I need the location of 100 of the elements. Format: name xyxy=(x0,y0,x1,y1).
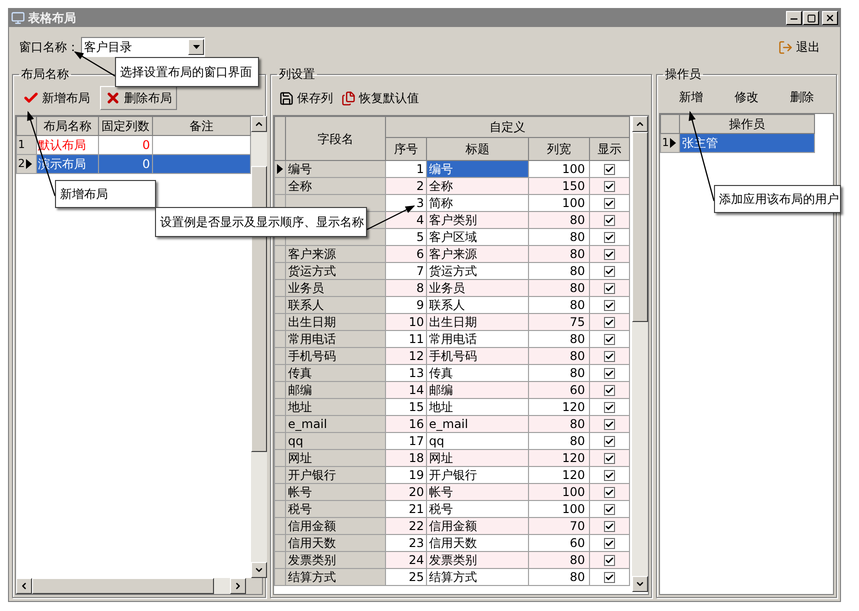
table-cell[interactable]: 全称 xyxy=(426,178,528,194)
operator-action-button[interactable]: 修改 xyxy=(728,86,764,108)
save-columns-button[interactable]: 保存列 xyxy=(279,86,333,110)
table-cell[interactable]: 简称 xyxy=(426,194,528,212)
save-icon xyxy=(279,90,294,106)
leader-line xyxy=(74,51,116,77)
checkbox[interactable] xyxy=(604,452,615,464)
close-button[interactable] xyxy=(822,11,838,25)
table-cell[interactable]: 客户区域 xyxy=(426,228,528,246)
table-cell[interactable]: 网址 xyxy=(426,450,528,466)
checkbox[interactable] xyxy=(604,198,615,208)
table-cell[interactable]: 结算方式 xyxy=(426,568,528,586)
column-header[interactable]: 显示 xyxy=(590,138,630,160)
table-cell[interactable]: 客户来源 xyxy=(426,246,528,262)
table-cell[interactable]: 地址 xyxy=(426,398,528,416)
table-cell: 全称 xyxy=(286,178,386,194)
checkbox[interactable] xyxy=(604,164,615,174)
checkbox[interactable] xyxy=(604,316,615,328)
scroll-thumb[interactable] xyxy=(32,578,214,594)
table-cell[interactable]: 发票类别 xyxy=(426,552,528,568)
table-cell: 80 xyxy=(528,432,590,450)
table-cell[interactable]: 税号 xyxy=(426,500,528,518)
group-title: 布局名称 xyxy=(20,67,70,81)
table-cell[interactable]: 常用电话 xyxy=(426,330,528,348)
checkbox[interactable] xyxy=(604,368,615,378)
table-cell[interactable]: 编号 xyxy=(426,160,528,178)
checkbox[interactable] xyxy=(604,248,615,260)
table-cell: 地址 xyxy=(286,398,386,416)
exit-button[interactable]: 退出 xyxy=(778,38,820,56)
scroll-up-button[interactable] xyxy=(251,116,267,132)
checkbox[interactable] xyxy=(604,538,615,548)
table-cell: 网址 xyxy=(286,450,386,466)
table-cell[interactable]: 信用金额 xyxy=(426,518,528,534)
scroll-right-button[interactable] xyxy=(230,578,246,594)
scroll-left-button[interactable] xyxy=(16,578,32,594)
add-layout-button[interactable]: 新增布局 xyxy=(19,86,94,110)
table-cell: 23 xyxy=(386,534,426,552)
checkbox[interactable] xyxy=(604,350,615,362)
table-cell[interactable]: 信用天数 xyxy=(426,534,528,552)
checkbox[interactable] xyxy=(604,520,615,532)
table-cell: 15 xyxy=(386,398,426,416)
restore-defaults-button[interactable]: 恢复默认值 xyxy=(341,86,419,110)
checkbox[interactable] xyxy=(604,266,615,276)
table-cell: 手机号码 xyxy=(286,348,386,364)
vertical-scrollbar[interactable] xyxy=(632,116,648,592)
table-cell[interactable]: 出生日期 xyxy=(426,314,528,330)
table-cell[interactable]: 客户类别 xyxy=(426,212,528,228)
table-cell[interactable]: qq xyxy=(426,432,528,450)
checkbox[interactable] xyxy=(604,402,615,412)
table-cell[interactable]: 传真 xyxy=(426,364,528,382)
table-cell[interactable]: 业务员 xyxy=(426,280,528,296)
table-cell: 19 xyxy=(386,466,426,484)
close-icon xyxy=(825,13,835,23)
window-name-dropdown[interactable]: 客户目录 xyxy=(81,37,205,57)
checkbox[interactable] xyxy=(604,214,615,226)
checkbox[interactable] xyxy=(604,504,615,514)
maximize-button[interactable] xyxy=(803,11,819,25)
maximize-icon xyxy=(806,14,816,22)
checkbox[interactable] xyxy=(604,470,615,480)
scroll-down-button[interactable] xyxy=(632,576,648,592)
checkbox[interactable] xyxy=(604,554,615,566)
table-cell: 9 xyxy=(386,296,426,314)
operator-action-button[interactable]: 删除 xyxy=(784,86,820,108)
table-cell[interactable]: 帐号 xyxy=(426,484,528,500)
column-header[interactable]: 序号 xyxy=(386,138,426,160)
table-cell: e_mail xyxy=(286,416,386,432)
column-header[interactable]: 备注 xyxy=(152,116,250,136)
column-header[interactable]: 字段名 xyxy=(286,116,386,160)
table-cell[interactable]: e_mail xyxy=(426,416,528,432)
scroll-down-button[interactable] xyxy=(251,562,267,578)
column-header[interactable]: 操作员 xyxy=(680,114,814,134)
table-cell: 10 xyxy=(386,314,426,330)
checkbox[interactable] xyxy=(604,300,615,310)
table-cell[interactable]: 开户银行 xyxy=(426,466,528,484)
checkbox[interactable] xyxy=(604,418,615,430)
checkbox[interactable] xyxy=(604,384,615,396)
column-header[interactable]: 固定列数 xyxy=(98,116,152,136)
horizontal-scrollbar[interactable] xyxy=(16,578,246,594)
checkbox[interactable] xyxy=(604,232,615,242)
scroll-up-button[interactable] xyxy=(632,116,648,132)
group-title: 列设置 xyxy=(278,67,316,81)
table-cell[interactable]: 联系人 xyxy=(426,296,528,314)
checkbox[interactable] xyxy=(604,180,615,192)
table-cell: 11 xyxy=(386,330,426,348)
checkbox[interactable] xyxy=(604,436,615,446)
checkbox[interactable] xyxy=(604,572,615,582)
column-header[interactable]: 布局名称 xyxy=(36,116,98,136)
column-header[interactable]: 列宽 xyxy=(528,138,590,160)
checkbox[interactable] xyxy=(604,334,615,344)
scroll-thumb[interactable] xyxy=(632,132,648,322)
minimize-button[interactable] xyxy=(786,11,802,25)
table-cell: 18 xyxy=(386,450,426,466)
table-cell: 80 xyxy=(528,228,590,246)
operator-action-button[interactable]: 新增 xyxy=(672,86,709,108)
table-cell[interactable]: 货运方式 xyxy=(426,262,528,280)
checkbox[interactable] xyxy=(604,486,615,498)
checkbox[interactable] xyxy=(604,282,615,294)
table-cell[interactable]: 邮编 xyxy=(426,382,528,398)
column-header[interactable]: 标题 xyxy=(426,138,528,160)
table-cell[interactable]: 手机号码 xyxy=(426,348,528,364)
